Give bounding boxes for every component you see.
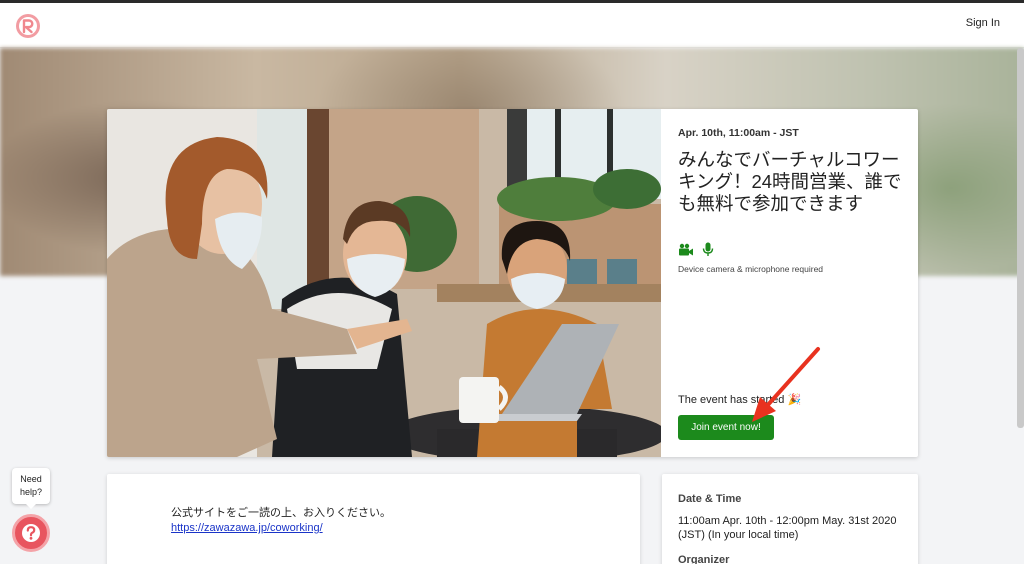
event-details-card: Date & Time 11:00am Apr. 10th - 12:00pm …	[662, 474, 918, 564]
event-cover-photo	[107, 109, 661, 457]
event-title: みんなでバーチャルコワーキング！24時間営業、誰でも無料で参加できます	[678, 149, 902, 214]
official-site-link[interactable]: https://zawazawa.jp/coworking/	[171, 522, 323, 534]
organizer-label: Organizer	[678, 554, 730, 564]
join-event-button[interactable]: Join event now!	[678, 415, 774, 440]
logo-icon[interactable]	[15, 13, 41, 39]
date-time-value: 11:00am Apr. 10th - 12:00pm May. 31st 20…	[678, 515, 897, 541]
video-camera-icon	[679, 243, 693, 256]
description-text: 公式サイトをご一読の上、お入りください。	[171, 507, 391, 519]
event-info-panel: Apr. 10th, 11:00am - JST みんなでバーチャルコワーキング…	[678, 109, 908, 457]
help-question-icon	[22, 524, 40, 542]
event-description-card: 公式サイトをご一読の上、お入りください。 https://zawazawa.jp…	[107, 474, 640, 564]
event-date: Apr. 10th, 11:00am - JST	[678, 127, 799, 139]
event-started-text: The event has started 🎉	[678, 394, 802, 406]
page-scrollbar[interactable]	[1017, 48, 1024, 428]
help-tooltip: Need help?	[12, 468, 50, 509]
navbar: Sign In	[0, 3, 1024, 48]
sign-in-link[interactable]: Sign In	[966, 17, 1000, 29]
device-requirement-note: Device camera & microphone required	[678, 264, 824, 274]
microphone-icon	[702, 242, 714, 256]
help-button[interactable]	[12, 514, 50, 552]
event-card: Apr. 10th, 11:00am - JST みんなでバーチャルコワーキング…	[107, 109, 918, 457]
date-time-label: Date & Time	[678, 493, 742, 505]
